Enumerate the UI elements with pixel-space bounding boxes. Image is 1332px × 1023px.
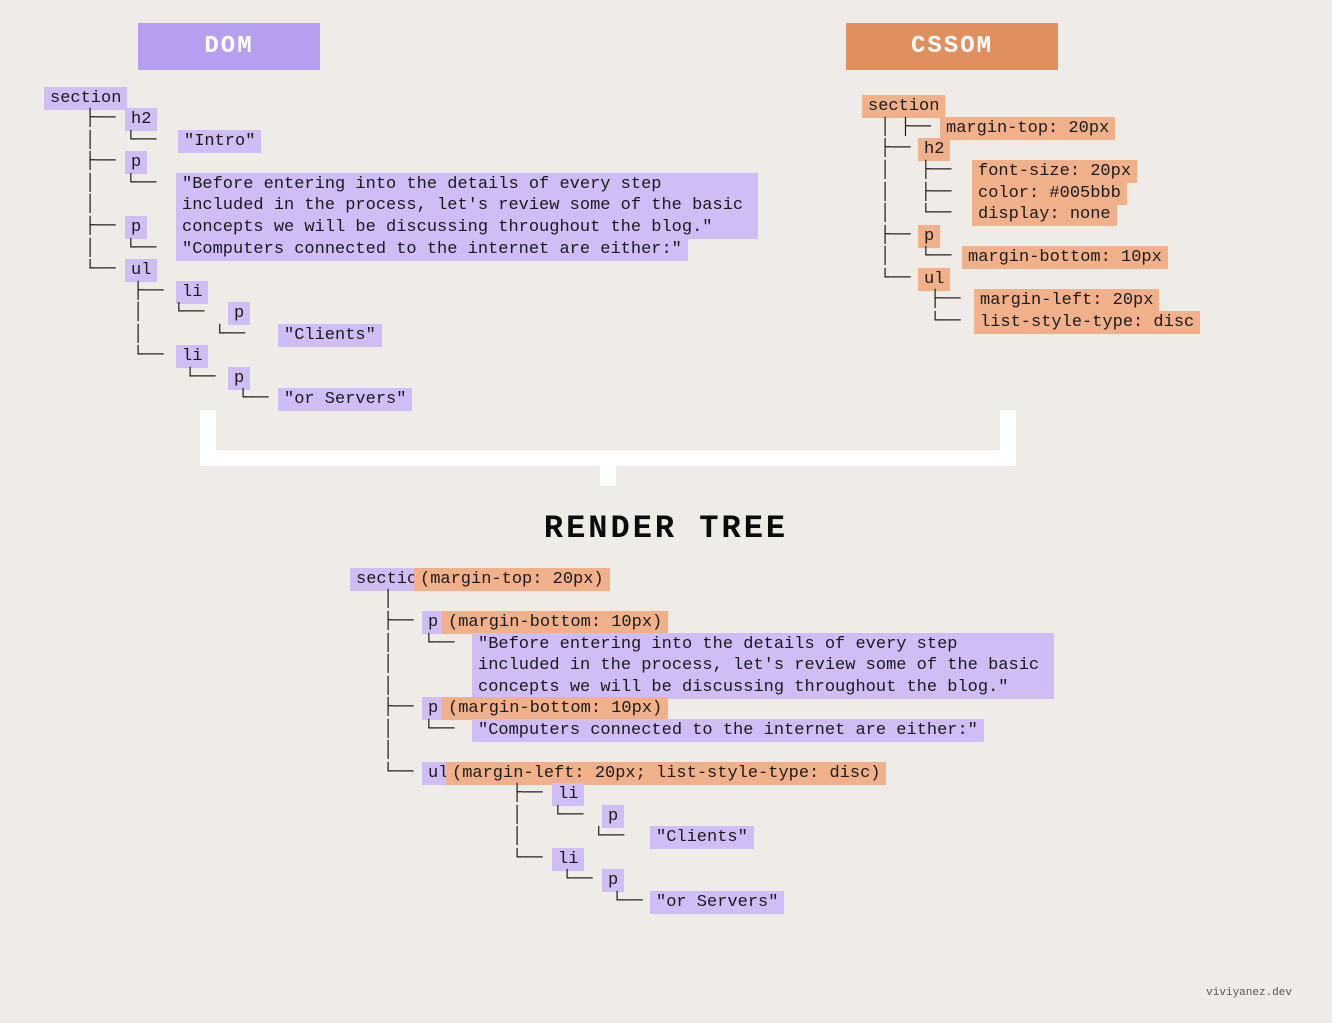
cssom-h2-r1: font-size: 20px	[972, 160, 1137, 183]
dom-li2-p: p	[228, 367, 250, 390]
dom-h2-text: "Intro"	[178, 130, 261, 153]
render-li2: li	[552, 848, 584, 871]
render-tree-header: RENDER TREE	[0, 510, 1332, 547]
tree-connector: │ ├──	[880, 182, 951, 203]
tree-connector: ├──	[133, 281, 164, 302]
tree-connector: │ └──	[383, 633, 454, 654]
render-ul-rule: (margin-left: 20px; list-style-type: dis…	[446, 762, 886, 785]
dom-h2: h2	[125, 108, 157, 131]
render-li1: li	[552, 783, 584, 806]
tree-connector: │ └──	[383, 719, 454, 740]
tree-connector: └──	[512, 848, 543, 869]
join-bracket	[600, 450, 616, 486]
tree-connector: ├──	[880, 225, 911, 246]
tree-connector: └──	[880, 268, 911, 289]
tree-connector: │ └──	[512, 805, 583, 826]
dom-li1-text: "Clients"	[278, 324, 382, 347]
tree-connector: └──	[85, 259, 116, 280]
tree-connector: ├──	[85, 108, 116, 129]
dom-li1: li	[176, 281, 208, 304]
tree-connector: ├──	[85, 151, 116, 172]
dom-p1: p	[125, 151, 147, 174]
tree-connector: └──	[612, 891, 643, 912]
tree-connector: │ └──	[880, 246, 951, 267]
render-p1-rule: (margin-bottom: 10px)	[442, 611, 668, 634]
render-p2: p	[422, 697, 444, 720]
tree-connector: │ └──	[133, 302, 204, 323]
cssom-ul-r1: margin-left: 20px	[974, 289, 1159, 312]
tree-connector: │	[383, 654, 393, 675]
cssom-section: section	[862, 95, 945, 118]
tree-connector: │	[383, 589, 393, 610]
tree-connector: │ ├──	[880, 160, 951, 181]
tree-connector: │	[383, 676, 393, 697]
tree-connector: ├──	[383, 697, 414, 718]
dom-li2: li	[176, 345, 208, 368]
cssom-p: p	[918, 225, 940, 248]
watermark: viviyanez.dev	[1206, 987, 1292, 999]
render-p1: p	[422, 611, 444, 634]
cssom-header: CSSOM	[846, 23, 1058, 70]
render-p2-text: "Computers connected to the internet are…	[472, 719, 984, 742]
dom-p2: p	[125, 216, 147, 239]
tree-connector: ├──	[85, 216, 116, 237]
tree-connector: └──	[562, 869, 593, 890]
cssom-ul: ul	[918, 268, 950, 291]
cssom-ul-r2: list-style-type: disc	[974, 311, 1200, 334]
cssom-h2-r3: display: none	[972, 203, 1117, 226]
cssom-h2-r2: color: #005bbb	[972, 182, 1127, 205]
tree-connector: └──	[383, 762, 414, 783]
tree-connector: ├──	[930, 289, 961, 310]
dom-p2-text: "Computers connected to the internet are…	[176, 238, 688, 261]
tree-connector: │	[85, 194, 95, 215]
render-p2-rule: (margin-bottom: 10px)	[442, 697, 668, 720]
tree-connector: └──	[238, 388, 269, 409]
cssom-p-rule: margin-bottom: 10px	[962, 246, 1168, 269]
cssom-h2: h2	[918, 138, 950, 161]
tree-connector: │	[383, 740, 393, 761]
dom-li1-p: p	[228, 302, 250, 325]
render-li2-p: p	[602, 869, 624, 892]
dom-li2-text: "or Servers"	[278, 388, 412, 411]
tree-connector: ├──	[512, 783, 543, 804]
cssom-section-rule: margin-top: 20px	[940, 117, 1115, 140]
tree-connector: │ └──	[133, 324, 245, 345]
tree-connector: └──	[133, 345, 164, 366]
render-li1-p: p	[602, 805, 624, 828]
tree-connector: ├──	[880, 138, 911, 159]
render-li1-text: "Clients"	[650, 826, 754, 849]
dom-p1-text: "Before entering into the details of eve…	[176, 173, 758, 239]
render-p1-text: "Before entering into the details of eve…	[472, 633, 1054, 699]
dom-section: section	[44, 87, 127, 110]
tree-connector: │ └──	[85, 238, 156, 259]
dom-ul: ul	[125, 259, 157, 282]
tree-connector: └──	[930, 311, 961, 332]
tree-connector: ├──	[383, 611, 414, 632]
tree-connector: │ └──	[85, 173, 156, 194]
tree-connector: │ ├──	[880, 117, 931, 138]
render-li2-text: "or Servers"	[650, 891, 784, 914]
tree-connector: └──	[185, 367, 216, 388]
tree-connector: │ └──	[512, 826, 624, 847]
tree-connector: │ └──	[85, 130, 156, 151]
dom-header: DOM	[138, 23, 320, 70]
render-section-rule: (margin-top: 20px)	[414, 568, 610, 591]
tree-connector: │ └──	[880, 203, 951, 224]
